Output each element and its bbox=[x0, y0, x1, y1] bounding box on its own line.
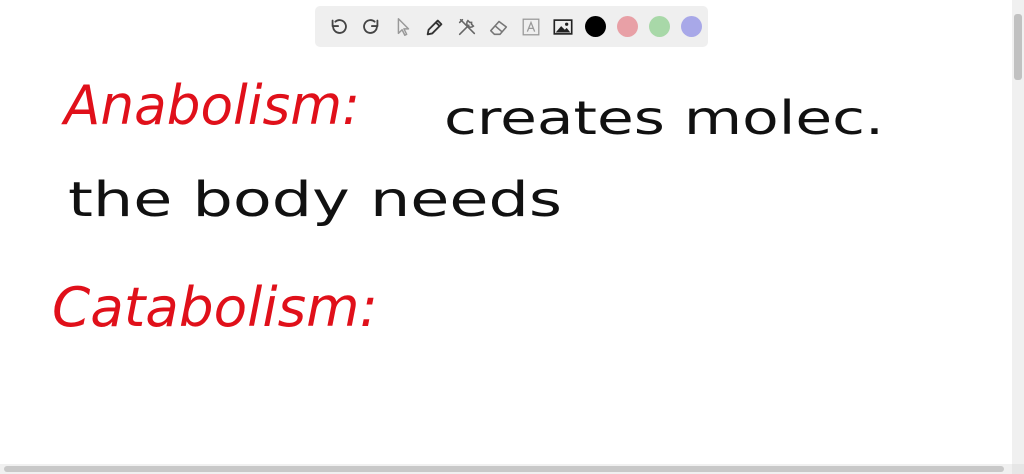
note-line-creates-molec: creates molec. bbox=[444, 91, 884, 145]
scrollbar-corner bbox=[1012, 464, 1024, 474]
note-line-anabolism: Anabolism: bbox=[61, 74, 360, 137]
note-line-catabolism: Catabolism: bbox=[52, 276, 378, 339]
handwriting-layer: Anabolism: creates molec. the body needs… bbox=[52, 74, 884, 339]
whiteboard-canvas[interactable]: Anabolism: creates molec. the body needs… bbox=[0, 0, 1012, 464]
note-line-body-needs: the body needs bbox=[68, 172, 562, 228]
horizontal-scrollbar[interactable] bbox=[0, 464, 1012, 474]
vertical-scrollbar-thumb[interactable] bbox=[1014, 14, 1022, 80]
horizontal-scrollbar-thumb[interactable] bbox=[4, 466, 1004, 472]
vertical-scrollbar[interactable] bbox=[1012, 0, 1024, 464]
